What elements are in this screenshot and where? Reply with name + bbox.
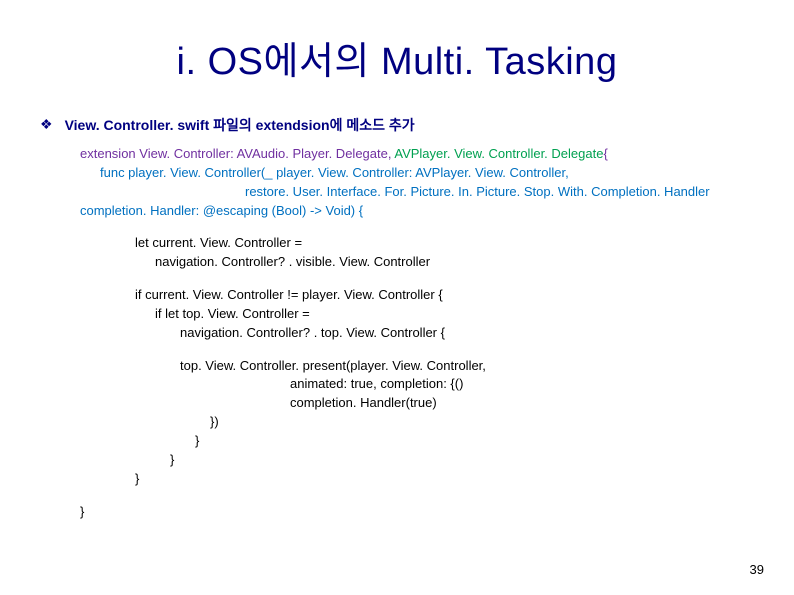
code-line: } — [80, 470, 754, 489]
code-line: navigation. Controller? . top. View. Con… — [80, 324, 754, 343]
slide-title: i. OS에서의 Multi. Tasking — [40, 30, 754, 85]
code-line: } — [80, 503, 754, 522]
code-line: if current. View. Controller != player. … — [80, 286, 754, 305]
subtitle-row: ❖ View. Controller. swift 파일의 extendsion… — [40, 115, 754, 135]
code-line: extension View. Controller: AVAudio. Pla… — [80, 145, 754, 164]
code-line: completion. Handler(true) — [80, 394, 754, 413]
code-line: top. View. Controller. present(player. V… — [80, 357, 754, 376]
code-line: navigation. Controller? . visible. View.… — [80, 253, 754, 272]
code-text: { — [603, 146, 607, 161]
code-line: let current. View. Controller = — [80, 234, 754, 253]
code-line: if let top. View. Controller = — [80, 305, 754, 324]
code-text: AVPlayer. View. Controller. Delegate — [394, 146, 603, 161]
code-text: extension View. Controller: AVAudio. Pla… — [80, 146, 394, 161]
code-line: } — [80, 432, 754, 451]
code-line: }) — [80, 413, 754, 432]
subtitle-text: View. Controller. swift 파일의 extendsion에 … — [65, 115, 415, 135]
code-line: animated: true, completion: {() — [80, 375, 754, 394]
content-area: ❖ View. Controller. swift 파일의 extendsion… — [40, 115, 754, 521]
code-block: extension View. Controller: AVAudio. Pla… — [80, 145, 754, 521]
code-line: } — [80, 451, 754, 470]
code-line: completion. Handler: @escaping (Bool) ->… — [80, 202, 754, 221]
code-line: restore. User. Interface. For. Picture. … — [80, 183, 754, 202]
page-number: 39 — [750, 562, 764, 577]
diamond-bullet-icon: ❖ — [40, 116, 53, 133]
code-line: func player. View. Controller(_ player. … — [80, 164, 754, 183]
